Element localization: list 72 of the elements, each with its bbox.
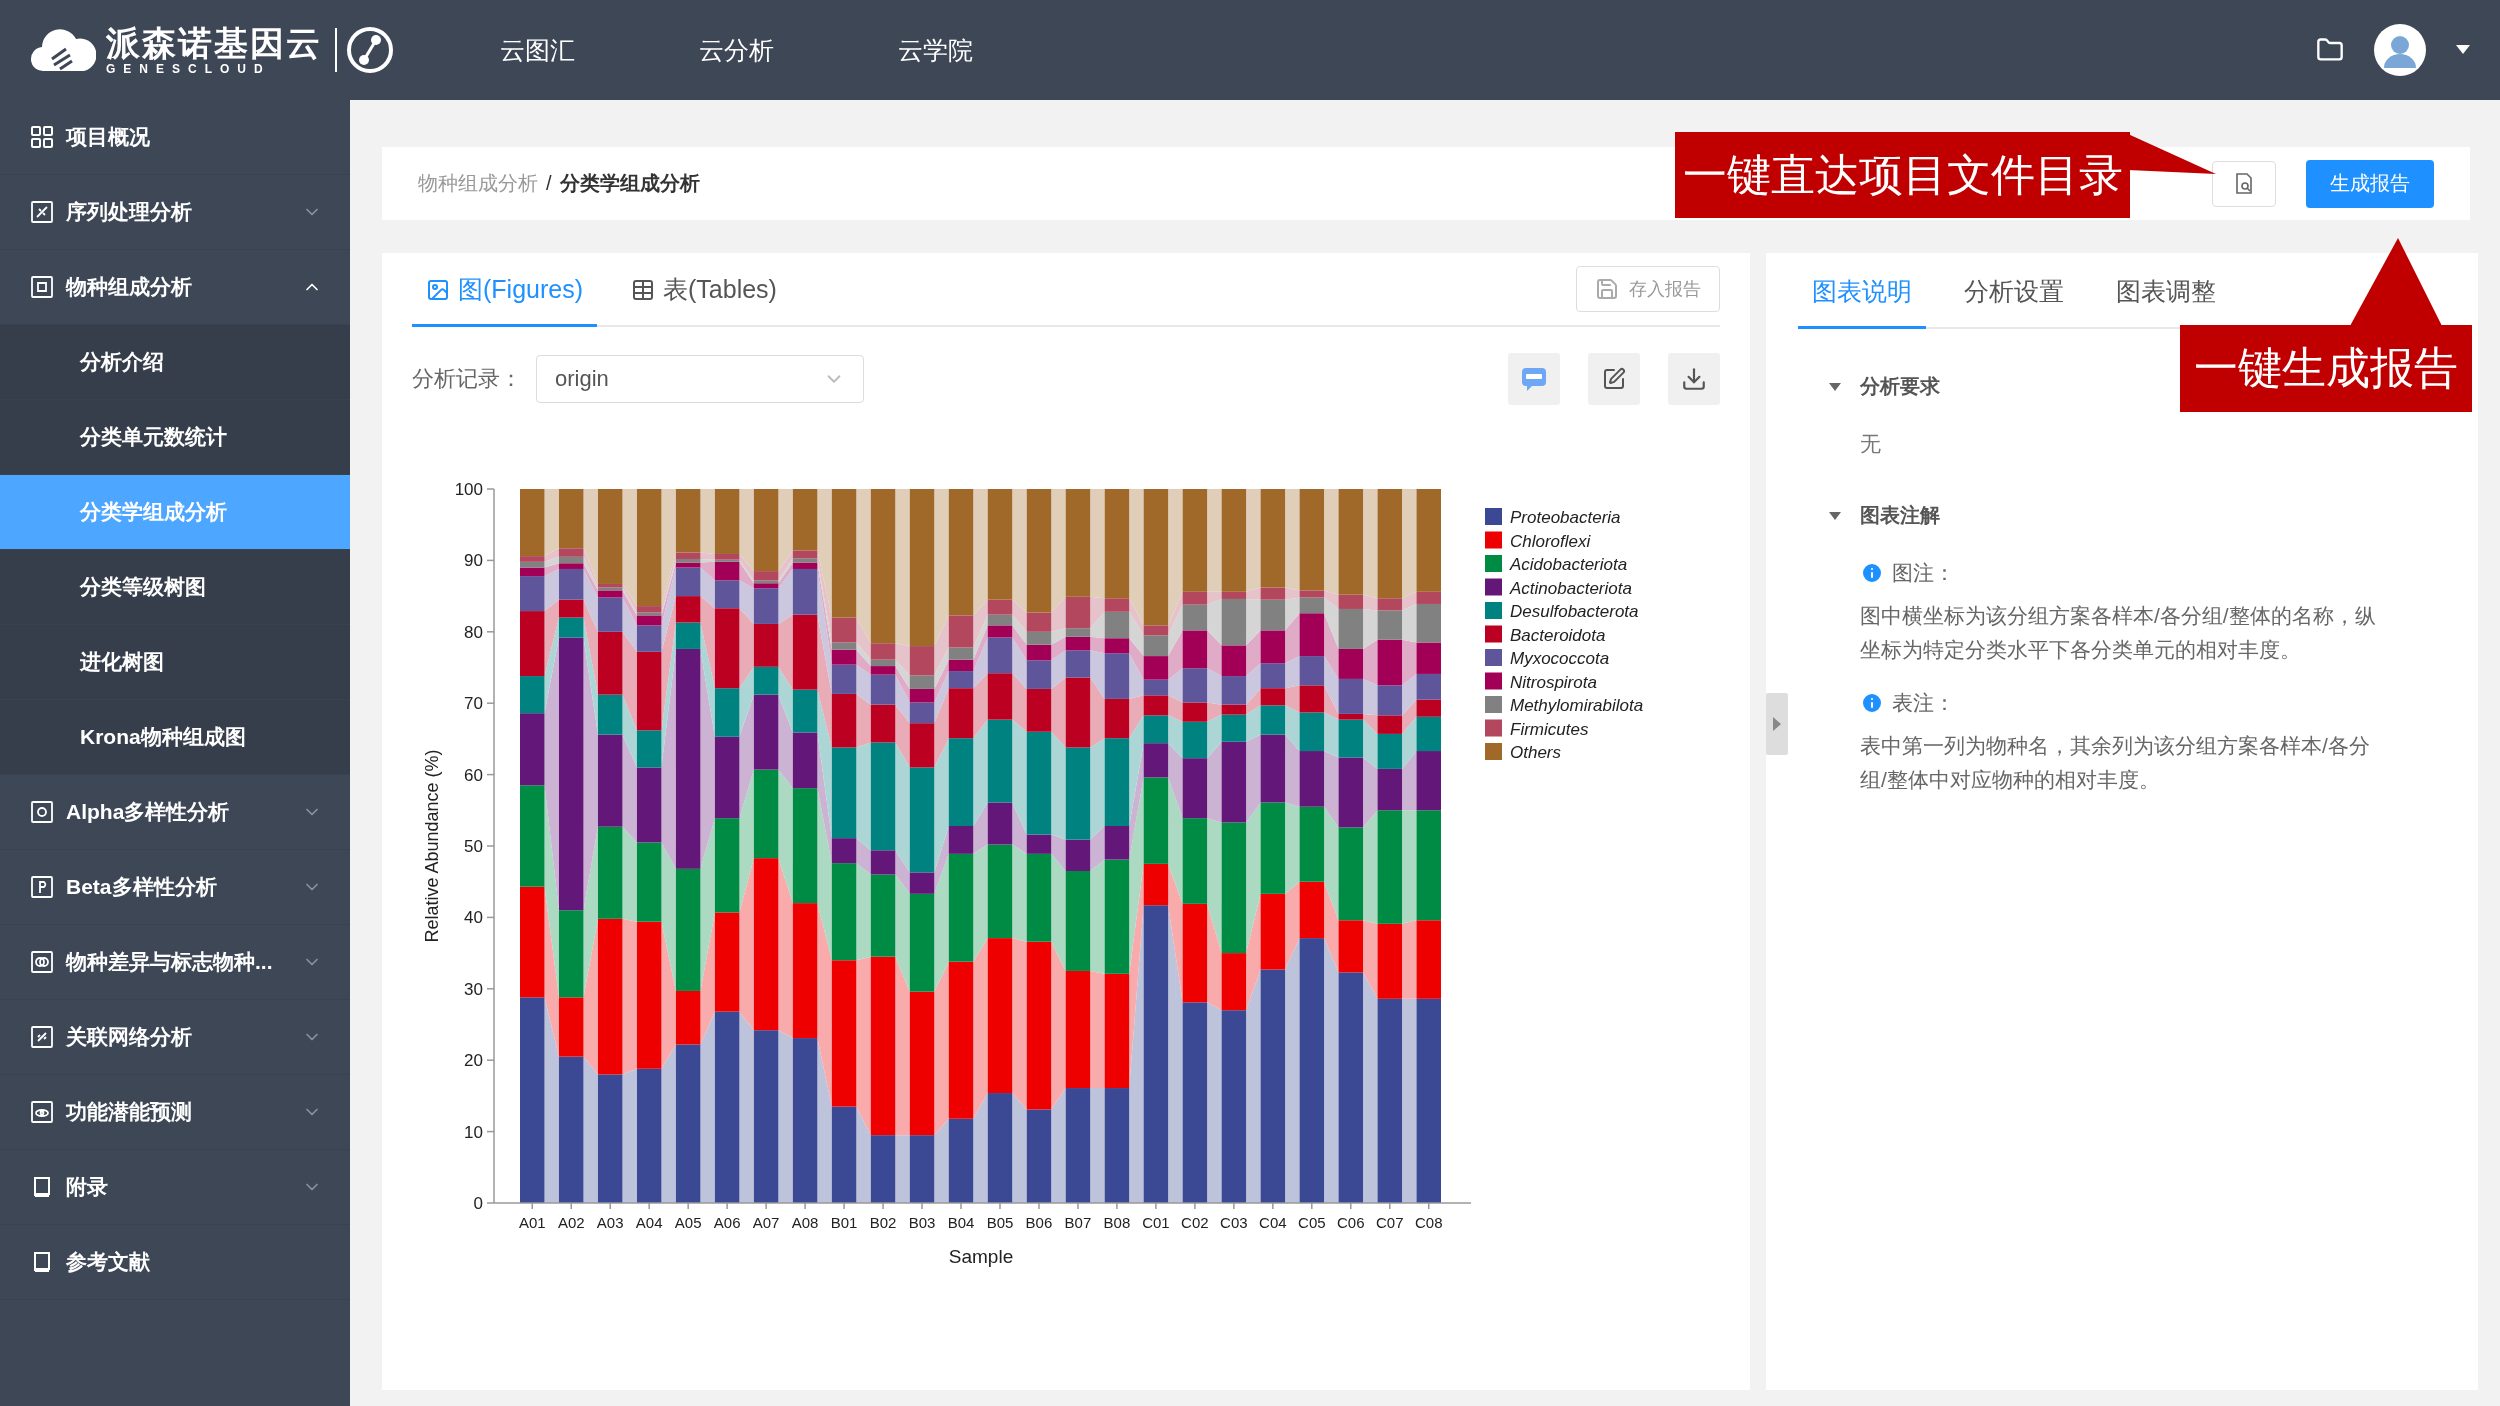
legend-label: Acidobacteriota (1510, 555, 1628, 574)
legend-label: Bacteroidota (1510, 625, 1606, 645)
axis-tick-label: A03 (596, 1214, 624, 1231)
note-title: 表注： (1892, 690, 1955, 716)
axis-tick-label: C01 (1142, 1214, 1170, 1231)
axis-tick-label: B01 (830, 1214, 858, 1231)
tab[interactable]: 分析设置 (1950, 257, 2078, 329)
axis-tick-label: 70 (464, 694, 483, 714)
axis-tick-label: B02 (869, 1214, 897, 1231)
axis-tick-label: A01 (518, 1214, 546, 1231)
legend-label: Chloroflexi (1510, 531, 1591, 551)
axis-tick-label: 100 (454, 480, 483, 499)
note-title: 图注： (1892, 560, 1955, 586)
axis-tick-label: B05 (986, 1214, 1014, 1231)
axis-title: Sample (948, 1246, 1014, 1267)
axis-tick-label: A02 (557, 1214, 585, 1231)
legend-label: Nitrospirota (1510, 672, 1597, 692)
axis-tick-label: 50 (464, 837, 483, 856)
section-title: 分析要求 (1860, 374, 1940, 399)
axis-tick-label: C04 (1259, 1214, 1287, 1231)
axis-tick-label: A06 (713, 1214, 741, 1231)
legend-label: Others (1510, 743, 1562, 762)
legend-label: Methylomirabilota (1510, 696, 1644, 715)
logo-subtext: GENESCLOUD (106, 62, 271, 76)
callout-label: 一键直达项目文件目录 (1675, 132, 2130, 218)
legend-label: Firmicutes (1510, 719, 1589, 739)
breadcrumb-current: 分类学组成分析 (559, 171, 700, 196)
legend-label: Myxococcota (1510, 649, 1610, 668)
sidebar-subitem[interactable]: 进化树图 (0, 625, 350, 700)
axis-tick-label: A04 (635, 1214, 663, 1231)
section-title: 图表注解 (1860, 503, 1940, 528)
axis-tick-label: B06 (1025, 1214, 1053, 1231)
legend-label: Actinobacteriota (1510, 578, 1632, 598)
axis-tick-label: C08 (1415, 1214, 1443, 1231)
note-text: 图中横坐标为该分组方案各样本/各分组/整体的名称，纵坐标为特定分类水平下各分类单元的相对丰度。 (1860, 603, 2377, 663)
axis-tick-label: A08 (791, 1214, 819, 1231)
sidebar-subitem[interactable]: 分析介绍 (0, 325, 350, 400)
record-select[interactable]: origin (536, 355, 864, 403)
note-text: 表中第一列为物种名，其余列为该分组方案各样本/各分组/整体中对应物种的相对丰度。 (1860, 733, 2371, 793)
sidebar-subitem[interactable]: Krona物种组成图 (0, 700, 350, 775)
axis-tick-label: A07 (752, 1214, 780, 1231)
axis-tick-label: 0 (473, 1194, 483, 1213)
axis-tick-label: 20 (464, 1051, 483, 1071)
sidebar-subitem[interactable]: 分类等级树图 (0, 550, 350, 625)
axis-tick-label: C07 (1376, 1214, 1404, 1231)
legend-label: Desulfobacterota (1510, 602, 1639, 621)
legend-label: Proteobacteria (1510, 508, 1621, 527)
axis-tick-label: C06 (1337, 1214, 1365, 1231)
axis-tick-label: C02 (1181, 1214, 1209, 1231)
tab[interactable]: 表(Tables) (617, 255, 791, 327)
axis-tick-label: 10 (464, 1122, 483, 1142)
axis-tick-label: 90 (464, 551, 483, 571)
sidebar-subitem[interactable]: 分类单元数统计 (0, 400, 350, 475)
axis-tick-label: C05 (1298, 1214, 1326, 1231)
nav-link[interactable]: 云分析 (699, 33, 774, 67)
axis-tick-label: B03 (908, 1214, 936, 1231)
axis-title: Relative Abundance (%) (422, 749, 442, 943)
axis-tick-label: C03 (1220, 1214, 1248, 1231)
axis-tick-label: A05 (674, 1214, 702, 1231)
axis-tick-label: B08 (1103, 1214, 1131, 1231)
field-label: 分析记录： (412, 365, 522, 393)
axis-tick-label: B07 (1064, 1214, 1092, 1231)
axis-tick-label: 60 (464, 765, 483, 785)
section-text: 无 (1860, 431, 1882, 457)
nav-link[interactable]: 云学院 (898, 33, 973, 67)
axis-tick-label: B04 (947, 1214, 975, 1231)
axis-tick-label: 80 (464, 622, 483, 642)
logo-text: 派森诺基因云 (106, 24, 322, 62)
breadcrumb-separator: / (546, 172, 552, 195)
axis-tick-label: 30 (464, 979, 483, 999)
axis-tick-label: 40 (464, 908, 483, 928)
nav-link[interactable]: 云图汇 (500, 33, 575, 67)
